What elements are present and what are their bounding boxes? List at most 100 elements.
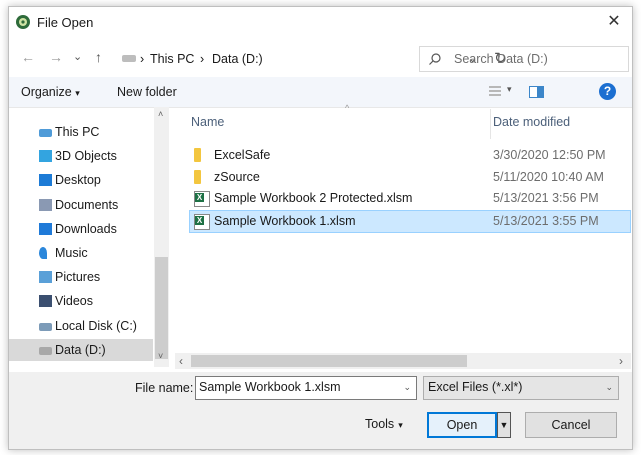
scroll-left-icon[interactable]: ‹ [179, 354, 183, 368]
open-button[interactable]: Open [427, 412, 497, 438]
search-input[interactable]: Search Data (D:) [419, 46, 629, 72]
file-list: ^ Name Date modified ExcelSafe 3/30/2020 … [177, 103, 632, 365]
nav-item[interactable]: Documents [9, 194, 153, 216]
change-view-icon[interactable] [489, 86, 501, 97]
open-options-dropdown-icon[interactable]: ▼ [497, 412, 511, 438]
file-row[interactable]: X Sample Workbook 1.xlsm 5/13/2021 3:55 PM [189, 209, 631, 233]
view-dropdown-icon[interactable]: ▾ [507, 84, 512, 95]
nav-item[interactable]: Music [9, 242, 153, 264]
window-title: File Open [37, 15, 94, 30]
file-name-input[interactable]: Sample Workbook 1.xlsm ⌄ [195, 376, 417, 400]
nav-item-label: 3D Objects [55, 149, 117, 164]
music-icon [39, 247, 47, 259]
excel-file-icon: X [194, 213, 210, 230]
excel-glyph: X [195, 193, 204, 202]
recent-locations-button[interactable]: ⌄ [73, 50, 82, 63]
document-icon [39, 198, 52, 211]
horizontal-scroll-thumb[interactable] [191, 355, 467, 367]
file-open-dialog: File Open ✕ ← → ⌄ ↑ › This PC › Data (D:… [8, 6, 633, 450]
organize-button[interactable]: Organize ▾ [21, 85, 80, 99]
drive-icon [122, 55, 136, 62]
folder-icon [194, 169, 201, 184]
nav-item-label: Local Disk (C:) [55, 318, 137, 333]
nav-item[interactable]: Videos [9, 290, 153, 312]
address-bar[interactable]: › This PC › Data (D:) ⌄ ↻ [117, 46, 507, 72]
file-type-value: Excel Files (*.xl*) [428, 380, 523, 394]
nav-item-label: Music [55, 246, 88, 260]
nav-vertical-scrollbar[interactable]: ˄ ˅ [154, 107, 169, 367]
sort-indicator-icon: ^ [345, 103, 350, 113]
column-header-date-modified[interactable]: Date modified [493, 115, 570, 129]
drive-c-icon [39, 322, 52, 331]
file-row[interactable]: ExcelSafe 3/30/2020 12:50 PM [190, 145, 630, 166]
column-header-name[interactable]: Name [191, 115, 224, 129]
nav-item[interactable]: Local Disk (C:) [9, 315, 153, 337]
nav-scroll-thumb[interactable] [155, 257, 168, 359]
new-folder-button[interactable]: New folder [117, 85, 177, 99]
download-icon [39, 222, 52, 235]
scroll-up-icon[interactable]: ˄ [158, 109, 163, 119]
nav-item-label: Pictures [55, 270, 101, 285]
title-bar: File Open ✕ [9, 7, 632, 37]
desktop-icon [39, 174, 52, 187]
app-icon [16, 15, 30, 29]
file-type-select[interactable]: Excel Files (*.xl*) ⌄ [423, 376, 619, 400]
organize-label: Organize [21, 85, 72, 99]
close-button[interactable]: ✕ [596, 7, 632, 37]
scroll-down-icon[interactable]: ˅ [158, 351, 163, 361]
tools-button[interactable]: Tools ▾ [365, 417, 403, 431]
help-icon[interactable]: ? [599, 83, 616, 100]
file-name: Sample Workbook 1.xlsm [214, 213, 356, 228]
nav-item-label: Downloads [55, 221, 117, 236]
file-date-modified: 3/30/2020 12:50 PM [493, 148, 606, 162]
nav-item[interactable]: Downloads [9, 218, 153, 240]
nav-item[interactable]: Desktop [9, 169, 153, 191]
nav-item[interactable]: This PC [9, 121, 153, 143]
file-horizontal-scrollbar[interactable]: ‹ › [175, 353, 631, 369]
search-placeholder: Search Data (D:) [454, 52, 548, 66]
pictures-icon [39, 271, 52, 284]
scroll-right-icon[interactable]: › [619, 354, 623, 368]
cancel-button[interactable]: Cancel [525, 412, 617, 438]
file-date-modified: 5/11/2020 10:40 AM [493, 169, 604, 184]
videos-icon [39, 295, 52, 308]
column-divider[interactable] [490, 109, 491, 139]
preview-pane-icon[interactable] [529, 86, 544, 98]
tools-caret-icon: ▾ [398, 420, 403, 430]
nav-item-label: This PC [55, 125, 100, 139]
file-name-value: Sample Workbook 1.xlsm [199, 380, 341, 394]
file-name: zSource [214, 169, 260, 184]
nav-item-label: Desktop [55, 173, 101, 188]
file-name: Sample Workbook 2 Protected.xlsm [214, 191, 413, 205]
file-type-dropdown-icon[interactable]: ⌄ [605, 382, 613, 393]
up-button[interactable]: ↑ [95, 49, 102, 65]
nav-item[interactable]: 3D Objects [9, 145, 153, 167]
nav-item-label: Data (D:) [55, 342, 106, 357]
file-date-modified: 5/13/2021 3:55 PM [493, 213, 599, 228]
forward-button[interactable]: → [49, 49, 63, 65]
file-name-dropdown-icon[interactable]: ⌄ [403, 382, 411, 393]
close-icon: ✕ [607, 13, 621, 30]
breadcrumb-separator: › [200, 52, 205, 66]
nav-item-label: Documents [55, 197, 119, 212]
drive-d-icon [39, 346, 52, 355]
command-bar: Organize ▾ New folder ▾ ? [9, 77, 632, 108]
file-date-modified: 5/13/2021 3:56 PM [493, 191, 599, 205]
file-row[interactable]: X Sample Workbook 2 Protected.xlsm 5/13/20… [190, 188, 630, 209]
back-button[interactable]: ← [21, 49, 35, 65]
search-icon [429, 53, 441, 65]
excel-file-icon: X [194, 191, 210, 207]
folder-icon [194, 148, 201, 162]
file-name: ExcelSafe [214, 148, 271, 162]
breadcrumb-data-d[interactable]: Data (D:) [212, 52, 263, 66]
tools-label: Tools [365, 417, 395, 431]
file-row[interactable]: zSource 5/11/2020 10:40 AM [190, 167, 630, 188]
cube-icon [39, 150, 52, 163]
breadcrumb-this-pc[interactable]: This PC [150, 52, 194, 66]
nav-item[interactable]: Data (D:) [9, 338, 153, 361]
nav-item-label: Videos [55, 294, 93, 309]
navigation-pane: This PC 3D Objects Desktop Documents Downloa… [9, 107, 169, 361]
file-name-label: File name: [135, 381, 194, 395]
nav-item[interactable]: Pictures [9, 266, 153, 288]
address-row: ← → ⌄ ↑ › This PC › Data (D:) ⌄ ↻ Search… [9, 43, 632, 73]
